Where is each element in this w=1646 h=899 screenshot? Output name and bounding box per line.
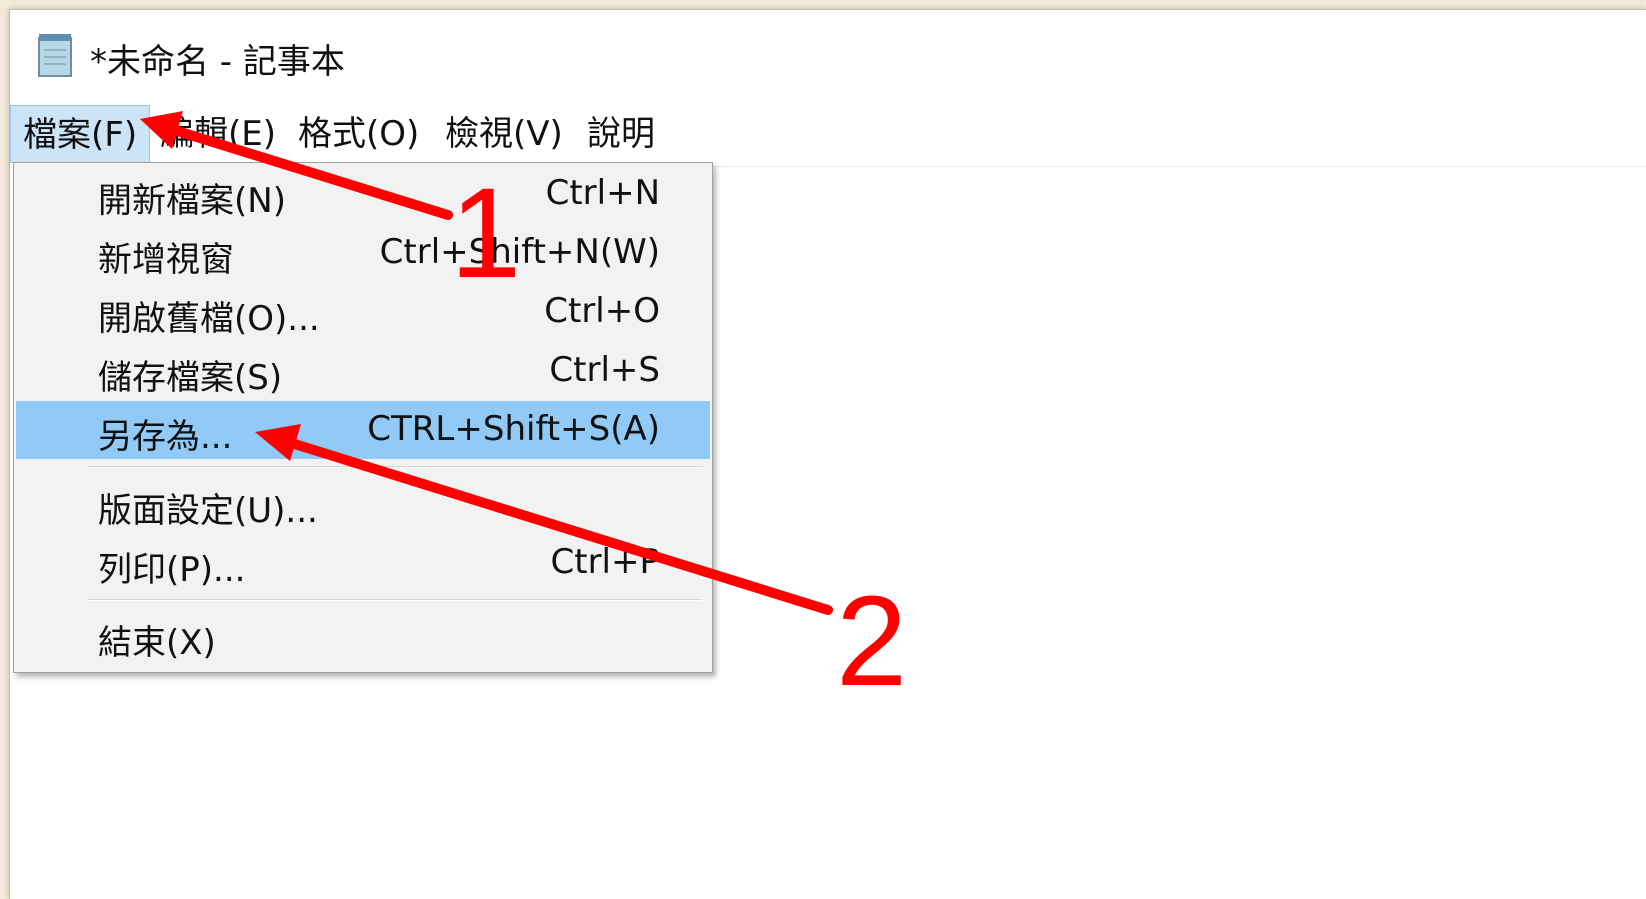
menu-item-new[interactable]: 開新檔案(N) Ctrl+N — [16, 165, 710, 223]
menu-item-exit[interactable]: 結束(X) — [16, 607, 710, 665]
menu-item-save-as[interactable]: 另存為... CTRL+Shift+S(A) — [16, 401, 710, 459]
window-title: *未命名 - 記事本 — [90, 42, 345, 82]
menu-item-label: 開啟舊檔(O)... — [98, 299, 320, 339]
menu-item-shortcut: CTRL+Shift+S(A) — [367, 409, 660, 449]
menu-item-new-window[interactable]: 新增視窗 Ctrl+Shift+N(W) — [16, 224, 710, 282]
menu-item-label: 開新檔案(N) — [98, 181, 286, 221]
text-editor-area[interactable] — [720, 170, 1640, 890]
menu-separator — [88, 466, 702, 468]
menu-item-shortcut: Ctrl+O — [544, 291, 660, 331]
menu-item-print[interactable]: 列印(P)... Ctrl+P — [16, 534, 710, 592]
menu-item-label: 結束(X) — [98, 623, 216, 663]
notepad-icon — [35, 32, 75, 78]
annotation-step-1: 1 — [450, 162, 522, 305]
menu-item-shortcut: Ctrl+N — [545, 173, 660, 213]
menu-item-page-setup[interactable]: 版面設定(U)... — [16, 475, 710, 533]
menu-item-label: 新增視窗 — [98, 240, 234, 280]
annotation-step-2: 2 — [836, 570, 908, 713]
menu-item-label: 儲存檔案(S) — [98, 358, 283, 398]
notepad-window: *未命名 - 記事本 檔案(F) 編輯(E) 格式(O) 檢視(V) 說明 開新… — [9, 9, 1646, 899]
file-dropdown-menu: 開新檔案(N) Ctrl+N 新增視窗 Ctrl+Shift+N(W) 開啟舊檔… — [13, 162, 713, 673]
title-bar: *未命名 - 記事本 — [10, 10, 1646, 94]
menu-item-label: 版面設定(U)... — [98, 491, 318, 531]
menu-item-open[interactable]: 開啟舊檔(O)... Ctrl+O — [16, 283, 710, 341]
menu-item-save[interactable]: 儲存檔案(S) Ctrl+S — [16, 342, 710, 400]
menu-format[interactable]: 格式(O) — [286, 105, 431, 163]
menu-bar: 檔案(F) 編輯(E) 格式(O) 檢視(V) 說明 — [10, 105, 1646, 167]
menu-item-shortcut: Ctrl+P — [550, 542, 661, 582]
menu-item-label: 另存為... — [98, 417, 233, 457]
menu-view[interactable]: 檢視(V) — [433, 105, 575, 163]
menu-help[interactable]: 說明 — [575, 105, 667, 163]
menu-item-shortcut: Ctrl+S — [549, 350, 660, 390]
menu-file[interactable]: 檔案(F) — [10, 105, 151, 163]
menu-item-label: 列印(P)... — [98, 550, 246, 590]
menu-separator — [88, 599, 702, 601]
menu-edit[interactable]: 編輯(E) — [148, 105, 288, 163]
